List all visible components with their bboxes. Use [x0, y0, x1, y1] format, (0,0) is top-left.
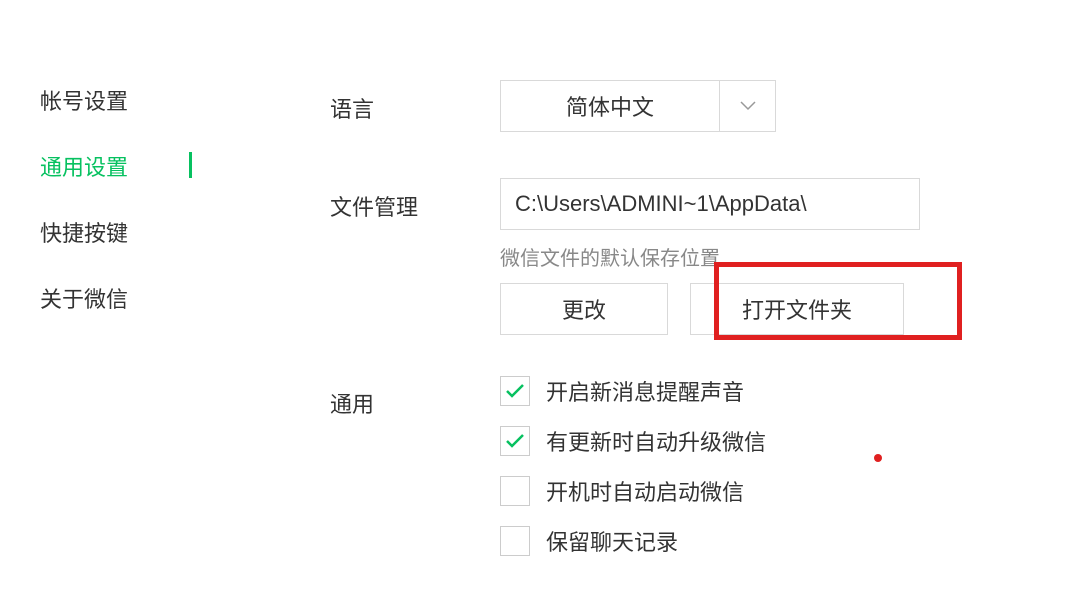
option-label: 有更新时自动升级微信 [546, 425, 766, 457]
option-label: 开启新消息提醒声音 [546, 375, 744, 407]
sidebar-item-general[interactable]: 通用设置 [40, 150, 240, 182]
file-path-hint: 微信文件的默认保存位置 [500, 242, 1082, 271]
option-auto-start: 开机时自动启动微信 [500, 475, 1082, 507]
option-new-message-sound: 开启新消息提醒声音 [500, 375, 1082, 407]
sidebar-item-shortcuts[interactable]: 快捷按键 [40, 216, 240, 248]
change-button[interactable]: 更改 [500, 283, 668, 335]
language-value[interactable]: 简体中文 [500, 80, 720, 132]
checkbox-auto-upgrade[interactable] [500, 426, 530, 456]
general-label: 通用 [330, 375, 500, 419]
chevron-down-icon[interactable] [720, 80, 776, 132]
option-label: 保留聊天记录 [546, 525, 678, 557]
checkbox-keep-chat[interactable] [500, 526, 530, 556]
language-label: 语言 [330, 80, 500, 124]
file-management-label: 文件管理 [330, 178, 500, 222]
checkbox-new-message-sound[interactable] [500, 376, 530, 406]
option-keep-chat: 保留聊天记录 [500, 525, 1082, 557]
open-folder-button[interactable]: 打开文件夹 [690, 283, 904, 335]
sidebar-item-about[interactable]: 关于微信 [40, 282, 240, 314]
checkbox-auto-start[interactable] [500, 476, 530, 506]
sidebar-item-account[interactable]: 帐号设置 [40, 84, 240, 116]
option-label: 开机时自动启动微信 [546, 475, 744, 507]
sidebar: 帐号设置 通用设置 快捷按键 关于微信 [40, 80, 240, 603]
language-select[interactable]: 简体中文 [500, 80, 1082, 132]
annotation-dot [874, 454, 882, 462]
file-path-field[interactable]: C:\Users\ADMINI~1\AppData\ [500, 178, 920, 230]
option-auto-upgrade: 有更新时自动升级微信 [500, 425, 1082, 457]
content-area: 语言 简体中文 文件管理 C:\Users\ADMINI~1\AppData\ … [240, 80, 1082, 603]
